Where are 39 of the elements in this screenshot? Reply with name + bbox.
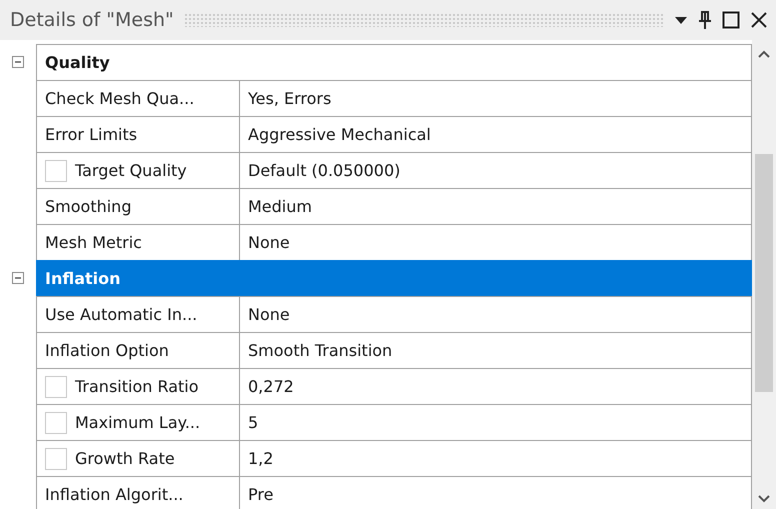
property-label: Use Automatic In... [45,305,198,324]
dropdown-icon[interactable] [674,15,688,25]
property-label: Inflation Option [45,341,169,360]
pin-icon[interactable] [698,10,712,30]
panel-title: Details of "Mesh" [10,9,174,31]
property-value: Medium [248,197,312,216]
collapse-toggle[interactable] [12,56,24,68]
property-value: 5 [248,413,258,432]
property-label: Inflation Algorit... [45,485,184,504]
property-value: 0,272 [248,377,294,396]
scroll-up-icon[interactable] [758,50,770,58]
scrollbar[interactable] [752,40,776,509]
collapse-toggle[interactable] [12,272,24,284]
property-label: Transition Ratio [75,377,199,396]
group-header[interactable]: Quality [36,44,752,80]
scroll-thumb[interactable] [755,154,773,392]
property-value: Aggressive Mechanical [248,125,431,144]
checkbox[interactable] [45,412,67,434]
property-value: Smooth Transition [248,341,392,360]
property-label: Maximum Lay... [75,413,200,432]
property-label: Smoothing [45,197,132,216]
property-value: Pre [248,485,274,504]
property-label: Target Quality [75,161,187,180]
checkbox[interactable] [45,376,67,398]
property-value: Default (0.050000) [248,161,400,180]
close-icon[interactable] [750,11,768,29]
property-label: Error Limits [45,125,138,144]
property-value: None [248,233,290,252]
scroll-down-icon[interactable] [758,495,770,503]
maximize-icon[interactable] [722,11,740,29]
group-header[interactable]: Inflation [36,260,752,296]
property-label: Check Mesh Qua... [45,89,194,108]
property-value: 1,2 [248,449,274,468]
checkbox[interactable] [45,160,67,182]
property-label: Mesh Metric [45,233,142,252]
property-value: Yes, Errors [248,89,332,108]
property-value: None [248,305,290,324]
property-label: Growth Rate [75,449,175,468]
checkbox[interactable] [45,448,67,470]
